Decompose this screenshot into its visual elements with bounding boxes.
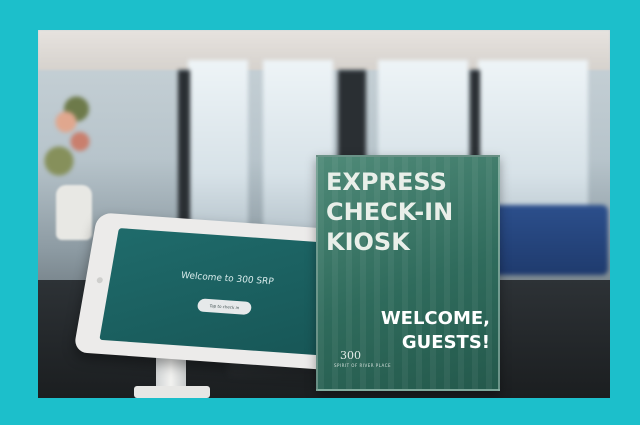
- kiosk-stand-base: [134, 386, 210, 398]
- logo-text: SPIRIT OF RIVER PLACE: [334, 363, 392, 368]
- kiosk-start-button[interactable]: Tap to check in: [196, 298, 253, 316]
- sign-title-line: CHECK-IN: [326, 198, 454, 226]
- logo-number: 300: [340, 349, 361, 362]
- sign-title: EXPRESS CHECK-IN KIOSK: [326, 167, 496, 257]
- flower-arrangement: [38, 70, 108, 200]
- blue-lounge-chairs: [483, 205, 608, 275]
- hotel-logo: 300 SPIRIT OF RIVER PLACE: [334, 345, 391, 375]
- express-check-in-sign: EXPRESS CHECK-IN KIOSK WELCOME, GUESTS! …: [316, 155, 500, 391]
- photo: Welcome to 300 SRP Tap to check in EXPRE…: [38, 30, 610, 398]
- kiosk-welcome-text: Welcome to 300 SRP: [180, 270, 275, 288]
- vase: [56, 185, 92, 240]
- teal-border-frame: Welcome to 300 SRP Tap to check in EXPRE…: [0, 0, 640, 425]
- sign-welcome-line: WELCOME,: [380, 308, 490, 329]
- sign-title-line: KIOSK: [326, 228, 410, 256]
- sign-title-line: EXPRESS: [326, 168, 447, 196]
- camera-icon: [96, 277, 104, 284]
- kiosk-screen: Welcome to 300 SRP Tap to check in: [99, 228, 351, 357]
